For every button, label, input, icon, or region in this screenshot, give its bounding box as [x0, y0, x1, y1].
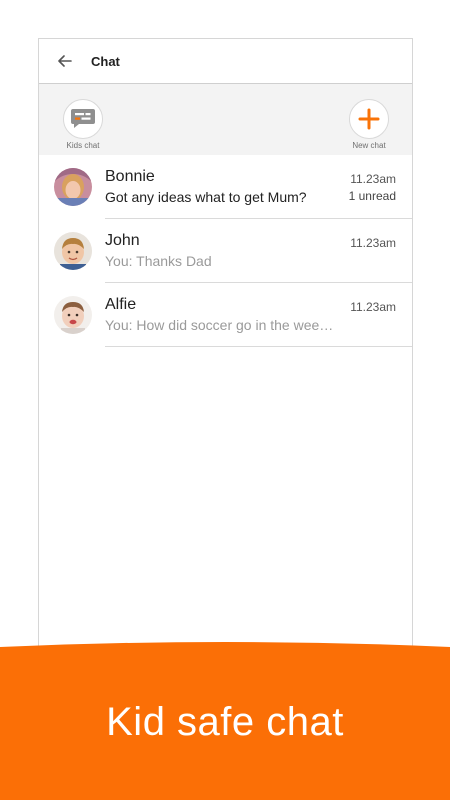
chat-time: 11.23am — [350, 236, 396, 250]
chat-name: Alfie — [105, 296, 137, 313]
chat-message-preview: You: Thanks Dad — [105, 253, 212, 269]
avatar-john — [54, 232, 92, 270]
app-bar: Chat — [39, 39, 412, 84]
chat-name: John — [105, 232, 140, 249]
new-chat-label: New chat — [352, 141, 386, 150]
row-divider — [105, 346, 412, 347]
kids-chat-label: Kids chat — [66, 141, 100, 150]
avatar-bonnie — [54, 168, 92, 206]
plus-icon — [358, 108, 380, 130]
avatar-alfie — [54, 296, 92, 334]
chat-row-john[interactable]: John You: Thanks Dad 11.23am — [39, 219, 412, 283]
chat-time: 11.23am — [350, 172, 396, 186]
chat-name: Bonnie — [105, 168, 155, 185]
chat-row-alfie[interactable]: Alfie You: How did soccer go in the week… — [39, 283, 412, 347]
back-arrow-icon — [58, 55, 72, 67]
new-chat-circle — [349, 99, 389, 139]
chat-bubble-icon — [71, 109, 95, 128]
new-chat-button[interactable]: New chat — [347, 99, 391, 150]
chat-message-preview: You: How did soccer go in the weekend? — [105, 317, 340, 333]
page-title: Chat — [91, 53, 120, 69]
unread-count: 1 unread — [348, 189, 396, 203]
chat-message-preview: Got any ideas what to get Mum? — [105, 189, 307, 205]
promo-banner-text: Kid safe chat — [106, 700, 344, 744]
chat-list: Bonnie Got any ideas what to get Mum? 11… — [39, 155, 412, 347]
back-button[interactable] — [39, 39, 91, 84]
kids-chat-circle — [63, 99, 103, 139]
chat-row-bonnie[interactable]: Bonnie Got any ideas what to get Mum? 11… — [39, 155, 412, 219]
chat-time: 11.23am — [350, 300, 396, 314]
chat-actions-bar: Kids chat New chat — [39, 84, 412, 155]
kids-chat-button[interactable]: Kids chat — [61, 99, 105, 150]
phone-screen: Chat Kids chat New chat Bonnie Got any i… — [38, 38, 413, 648]
